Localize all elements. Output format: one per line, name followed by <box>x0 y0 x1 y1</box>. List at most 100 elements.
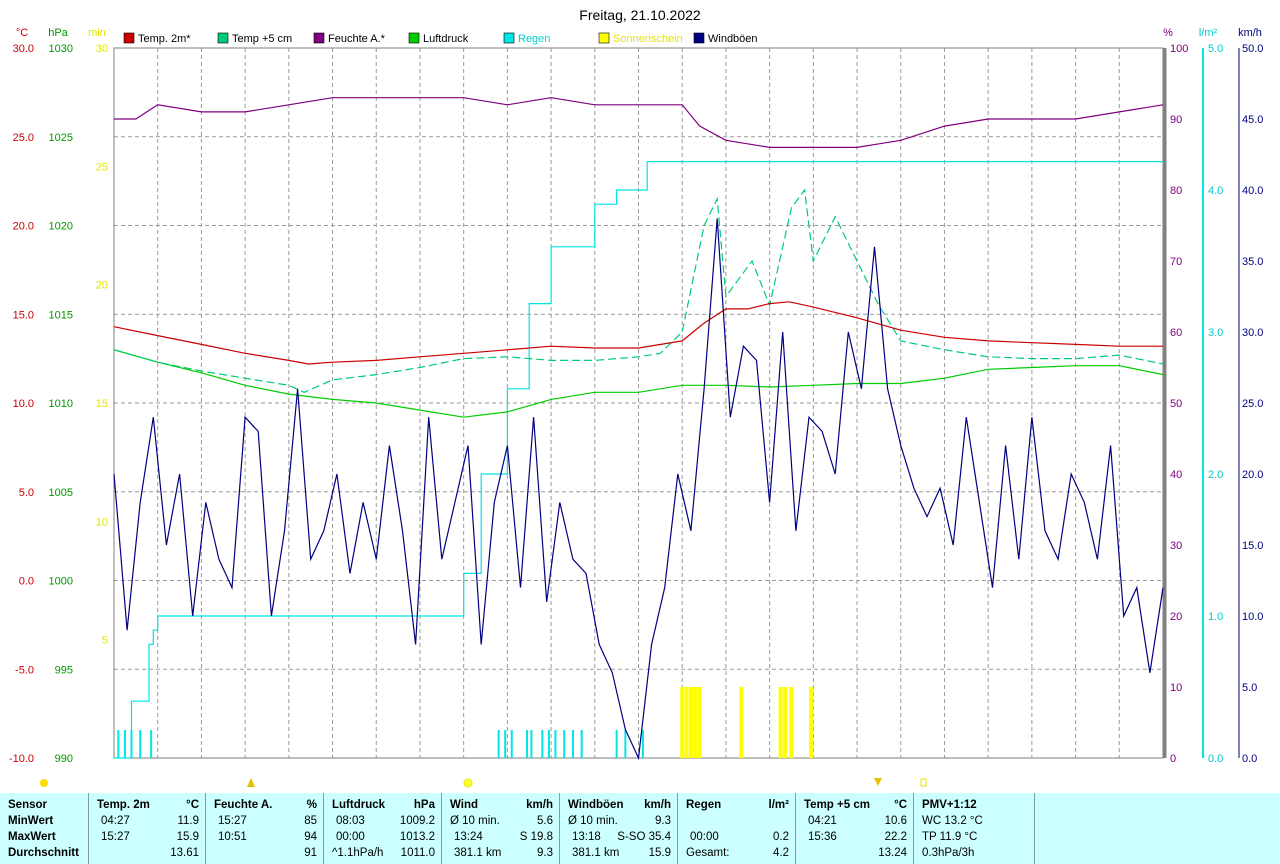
sunshine-bar <box>684 687 689 758</box>
regen-max: 0.2 <box>773 831 789 843</box>
maxwert-label: MaxWert <box>8 831 56 843</box>
temp-tick-label: 5.0 <box>19 487 34 499</box>
noon-sun-icon <box>463 778 473 788</box>
sunshine-bar <box>789 687 794 758</box>
sensor-header: Sensor <box>8 799 47 811</box>
weather-chart: 30.025.020.015.010.05.00.0-5.0-10.010301… <box>9 7 1264 788</box>
pressure-tick-label: 1000 <box>49 576 73 588</box>
chart-title: Freitag, 21.10.2022 <box>579 7 701 23</box>
temp-tick-label: 15.0 <box>13 309 34 321</box>
pressure-tick-label: 1025 <box>49 132 73 144</box>
pressure-tick-label: 1005 <box>49 487 73 499</box>
moon-icon <box>920 778 927 787</box>
humidity-tick-label: 90 <box>1170 114 1182 126</box>
sun-icon <box>40 779 48 787</box>
legend-label: Luftdruck <box>423 33 469 45</box>
bottom-icons <box>40 778 927 788</box>
windboen-avg10: 9.3 <box>655 815 671 827</box>
wind-tick-label: 15.0 <box>1242 540 1263 552</box>
temp5cm-unit: °C <box>894 799 907 811</box>
wind-tick-label: 5.0 <box>1242 682 1257 694</box>
rain-tick-label: 5.0 <box>1208 43 1223 55</box>
sunshine-bar <box>809 687 814 758</box>
feuchte-min: 85 <box>304 815 317 827</box>
pressure-tick-label: 1020 <box>49 221 73 233</box>
windboen-avg10-label: Ø 10 min. <box>568 815 618 827</box>
luftdruck-unit: hPa <box>413 799 435 811</box>
sunshine-bar <box>739 687 744 758</box>
windboen-avg: 15.9 <box>648 847 671 859</box>
pmv-header: PMV+1:12 <box>922 799 977 811</box>
sensor-column: Sensor MinWert MaxWert Durchschnitt <box>0 793 88 864</box>
windboen-max-time: 13:18 <box>572 831 601 843</box>
temp5cm-avg: 13.24 <box>878 847 907 859</box>
temp2m-header: Temp. 2m <box>97 799 150 811</box>
windboen-header: Windböen <box>568 799 624 811</box>
pressure-tick-label: 995 <box>55 664 73 676</box>
luftdruck-max: 1013.2 <box>399 831 435 843</box>
rain-tick-label: 1.0 <box>1208 611 1223 623</box>
durchschnitt-label: Durchschnitt <box>8 847 79 859</box>
regen-total: 4.2 <box>773 847 789 859</box>
temp-tick-label: -10.0 <box>9 753 34 765</box>
pressure-tick-label: 1010 <box>49 398 73 410</box>
legend-swatch <box>217 32 229 44</box>
rain-unit-label: l/m² <box>1199 27 1218 39</box>
pmv-wc: WC 13.2 °C <box>922 815 983 827</box>
minwert-label: MinWert <box>8 815 54 827</box>
feuchte-column: Feuchte A.% 15:27 85 10:51 94 91 <box>206 793 323 864</box>
sun-tick-label: 5 <box>102 635 108 647</box>
feuchte-avg: 91 <box>304 847 317 859</box>
sunshine-bar <box>782 687 787 758</box>
humidity-unit-label: % <box>1163 27 1173 39</box>
regen-column: Regen l/m² 00:00 0.2 Gesamt: 4.2 <box>678 793 795 864</box>
wind-avg10: 5.6 <box>537 815 553 827</box>
windboen-unit: km/h <box>644 799 671 811</box>
temp-tick-label: 30.0 <box>13 43 34 55</box>
luftdruck-header: Luftdruck <box>332 799 386 811</box>
wind-tick-label: 10.0 <box>1242 611 1263 623</box>
legend-label: Regen <box>518 33 550 45</box>
series-line-temp5cm <box>113 188 1164 393</box>
sun-tick-label: 15 <box>96 398 108 410</box>
wind-header: Wind <box>450 799 478 811</box>
wind-distance: 381.1 km <box>454 847 502 859</box>
wind-max-dir: S 19.8 <box>519 831 553 843</box>
series-line-temp2m <box>113 301 1163 365</box>
temp2m-max: 15.9 <box>176 831 199 843</box>
wind-avg: 9.3 <box>537 847 553 859</box>
legend-swatch <box>503 32 515 44</box>
regen-unit: l/m² <box>768 799 789 811</box>
pmv-pressure-trend: 0.3hPa/3h <box>922 847 975 859</box>
pressure-tick-label: 1015 <box>49 309 73 321</box>
sun-tick-label: 30 <box>96 43 108 55</box>
regen-total-label: Gesamt: <box>686 847 730 859</box>
humidity-tick-label: 80 <box>1170 185 1182 197</box>
luftdruck-min: 1009.2 <box>399 815 435 827</box>
rain-tick-label: 3.0 <box>1208 327 1223 339</box>
wind-max-time: 13:24 <box>454 831 483 843</box>
windboen-distance: 381.1 km <box>572 847 620 859</box>
axes-layer: 30.025.020.015.010.05.00.0-5.0-10.010301… <box>9 27 1264 765</box>
grid <box>113 47 1164 759</box>
temp2m-min: 11.9 <box>177 815 199 827</box>
sunshine-bar <box>693 687 698 758</box>
feuchte-max: 94 <box>304 831 317 843</box>
humidity-tick-label: 30 <box>1170 540 1182 552</box>
temp2m-min-time: 04:27 <box>101 815 130 827</box>
legend-label: Feuchte A.* <box>328 33 386 45</box>
legend-label: Temp. 2m* <box>138 33 191 45</box>
legend-swatch <box>408 32 420 44</box>
pressure-unit-label: hPa <box>48 27 68 39</box>
sunset-icon <box>874 778 882 786</box>
wind-tick-label: 40.0 <box>1242 185 1263 197</box>
temp2m-max-time: 15:27 <box>101 831 130 843</box>
sunshine-bar <box>697 687 702 758</box>
wind-tick-label: 35.0 <box>1242 256 1263 268</box>
summary-table: Sensor MinWert MaxWert Durchschnitt Temp… <box>0 793 1280 864</box>
feuchte-unit: % <box>306 799 317 811</box>
feuchte-header: Feuchte A. <box>214 799 273 811</box>
wind-tick-label: 25.0 <box>1242 398 1263 410</box>
wind-tick-label: 50.0 <box>1242 43 1263 55</box>
temp5cm-max: 22.2 <box>884 831 907 843</box>
